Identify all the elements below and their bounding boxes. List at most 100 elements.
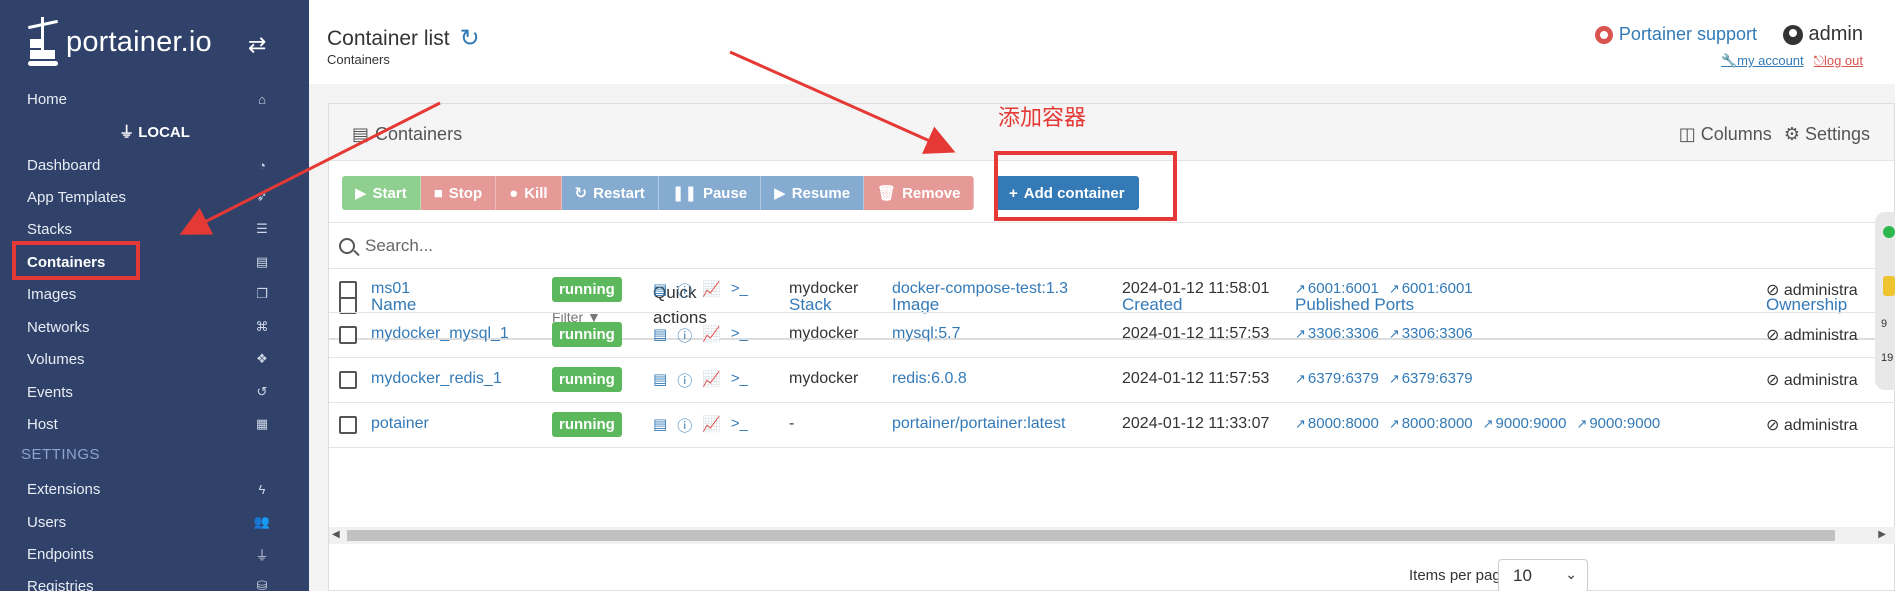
resume-button[interactable]: ▶ Resume	[761, 176, 865, 210]
restart-button[interactable]: ↻ Restart	[561, 176, 659, 210]
scrollbar-thumb[interactable]	[347, 530, 1835, 541]
port-link[interactable]: ↗ 3306:3306	[1389, 325, 1473, 342]
ownership-value: ⊘ administra	[1766, 327, 1858, 344]
status-badge: running	[552, 277, 622, 302]
sidebar-item-images[interactable]: Images ❐	[0, 279, 309, 309]
container-name-link[interactable]: mydocker_redis_1	[371, 370, 502, 388]
play-icon: ▶	[774, 185, 786, 202]
columns-button[interactable]: ◫ Columns	[1679, 124, 1772, 145]
info-icon[interactable]: ⓘ	[677, 280, 692, 301]
sidebar-item-stacks[interactable]: Stacks ☰	[0, 214, 309, 244]
sidebar-item-registries[interactable]: Registries ⛁	[0, 571, 309, 591]
start-button[interactable]: ▶ Start	[342, 176, 421, 210]
info-icon[interactable]: ⓘ	[677, 415, 692, 436]
image-link[interactable]: mysql:5.7	[892, 325, 960, 343]
container-name-link[interactable]: mydocker_mysql_1	[371, 325, 509, 343]
row-checkbox[interactable]	[339, 371, 357, 389]
stack-value: mydocker	[789, 280, 859, 297]
sidebar-item-users[interactable]: Users 👥	[0, 507, 309, 537]
sidebar-item-app-templates[interactable]: App Templates ➶	[0, 182, 309, 212]
table-row: potainer running ▤ ⓘ 📈 >_ - portainer/portainer…	[329, 403, 1895, 448]
annotation-label: 添加容器	[998, 105, 1087, 130]
notepad-icon	[1883, 276, 1895, 296]
port-link[interactable]: ↗ 8000:8000	[1295, 415, 1379, 432]
console-icon[interactable]: >_	[731, 280, 748, 301]
home-icon: ⌂	[258, 91, 266, 107]
pause-button[interactable]: ❚❚ Pause	[658, 176, 762, 210]
port-link[interactable]: ↗ 6001:6001	[1295, 280, 1379, 297]
console-icon[interactable]: >_	[731, 415, 748, 436]
sidebar-item-volumes[interactable]: Volumes ❖	[0, 344, 309, 374]
sidebar-item-home[interactable]: Home ⌂	[0, 84, 309, 114]
scroll-right-icon[interactable]: ▶	[1878, 529, 1886, 540]
stats-icon[interactable]: 📈	[702, 325, 721, 346]
sidebar: portainer.io ⇄ Home ⌂ ⏚ LOCAL Dashboard …	[0, 0, 309, 591]
horizontal-scrollbar[interactable]: ◀ ▶	[329, 527, 1895, 544]
cubes-icon: ❖	[256, 351, 268, 366]
info-icon[interactable]: ⓘ	[677, 370, 692, 391]
stop-button[interactable]: ■ Stop	[420, 176, 497, 210]
sidebar-item-host[interactable]: Host ▦	[0, 409, 309, 439]
dashboard-icon: ◔	[258, 157, 266, 173]
port-link[interactable]: ↗ 6379:6379	[1295, 370, 1379, 387]
panel-tools: ◫ Columns ⚙ Settings	[1679, 124, 1870, 145]
sidebar-item-dashboard[interactable]: Dashboard ◔	[0, 150, 309, 180]
port-link[interactable]: ↗ 8000:8000	[1389, 415, 1473, 432]
kill-button[interactable]: ● Kill	[496, 176, 562, 210]
user-menu: admin	[1782, 23, 1863, 46]
floating-side-widget[interactable]: 9 19	[1875, 212, 1895, 390]
search-bar	[329, 222, 1895, 269]
image-link[interactable]: portainer/portainer:latest	[892, 415, 1065, 433]
support-link[interactable]: Portainer support	[1594, 24, 1757, 45]
info-icon[interactable]: ⓘ	[677, 325, 692, 346]
log-out-link[interactable]: ⎋log out	[1814, 53, 1863, 69]
stats-icon[interactable]: 📈	[702, 280, 721, 301]
row-checkbox[interactable]	[339, 416, 357, 434]
image-link[interactable]: docker-compose-test:1.3	[892, 280, 1068, 298]
image-link[interactable]: redis:6.0.8	[892, 370, 967, 388]
port-link[interactable]: ↗ 9000:9000	[1576, 415, 1660, 432]
sidebar-item-events[interactable]: Events ↺	[0, 377, 309, 407]
stats-icon[interactable]: 📈	[702, 415, 721, 436]
logs-icon[interactable]: ▤	[653, 415, 667, 436]
external-link-icon: ↗	[1482, 416, 1494, 431]
row-checkbox[interactable]	[339, 281, 357, 299]
sidebar-toggle-icon[interactable]: ⇄	[248, 32, 266, 58]
settings-button[interactable]: ⚙ Settings	[1784, 124, 1870, 145]
logs-icon[interactable]: ▤	[653, 280, 667, 301]
logs-icon[interactable]: ▤	[653, 370, 667, 391]
console-icon[interactable]: >_	[731, 370, 748, 391]
sidebar-item-endpoints[interactable]: Endpoints ⏚	[0, 539, 309, 569]
my-account-link[interactable]: 🔧my account	[1721, 53, 1804, 69]
plug-icon: ⏚	[255, 547, 269, 563]
refresh-icon[interactable]: ↻	[460, 24, 480, 53]
port-link[interactable]: ↗ 3306:3306	[1295, 325, 1379, 342]
search-input[interactable]	[365, 235, 965, 256]
sidebar-item-extensions[interactable]: Extensions ϟ	[0, 474, 309, 504]
container-name-link[interactable]: ms01	[371, 280, 410, 298]
sidebar-item-networks[interactable]: Networks ⌘	[0, 312, 309, 342]
highlight-box-containers	[12, 241, 140, 280]
breadcrumb: Containers	[327, 52, 390, 67]
stack-value: mydocker	[789, 370, 859, 387]
published-ports: ↗ 8000:8000 ↗ 8000:8000 ↗ 9000:9000 ↗ 9000:9000	[1295, 415, 1670, 432]
row-checkbox[interactable]	[339, 326, 357, 344]
ownership-value: ⊘ administra	[1766, 417, 1858, 434]
console-icon[interactable]: >_	[731, 325, 748, 346]
stats-icon[interactable]: 📈	[702, 370, 721, 391]
stop-icon: ■	[433, 184, 443, 202]
external-link-icon: ↗	[1388, 281, 1400, 296]
external-link-icon: ↗	[1295, 416, 1306, 431]
remove-button[interactable]: 🗑 Remove	[864, 176, 975, 210]
items-per-page-select[interactable]: 10 ⌄	[1498, 559, 1588, 591]
logs-icon[interactable]: ▤	[653, 325, 667, 346]
scroll-left-icon[interactable]: ◀	[332, 529, 340, 540]
port-link[interactable]: ↗ 9000:9000	[1483, 415, 1567, 432]
container-name-link[interactable]: potainer	[371, 415, 429, 433]
sitemap-icon: ⌘	[255, 319, 269, 334]
highlight-box-add-container	[994, 151, 1177, 221]
user-circle-icon	[1782, 24, 1803, 45]
port-link[interactable]: ↗ 6379:6379	[1389, 370, 1473, 387]
port-link[interactable]: ↗ 6001:6001	[1389, 280, 1473, 297]
search-icon	[339, 237, 355, 254]
